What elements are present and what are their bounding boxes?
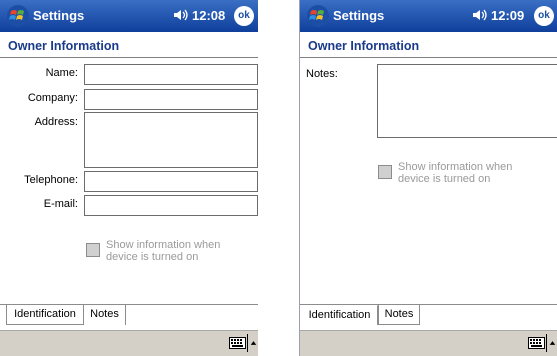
company-label: Company: — [27, 92, 78, 104]
speaker-icon[interactable] — [472, 8, 488, 22]
show-info-label-line2: device is turned on — [398, 173, 491, 185]
navigation-bar: Settings 12:08 ok — [0, 0, 258, 32]
page-title: Owner Information — [308, 39, 420, 53]
name-field[interactable] — [84, 64, 258, 85]
speaker-icon[interactable] — [173, 8, 189, 22]
keyboard-icon[interactable] — [229, 337, 246, 349]
show-info-label-line1: Show information when — [106, 239, 221, 251]
windows-flag-icon[interactable] — [5, 4, 31, 28]
keyboard-icon[interactable] — [528, 337, 545, 349]
tab-strip: Identification Notes — [300, 304, 557, 325]
tab-notes[interactable]: Notes — [84, 305, 126, 325]
navigation-bar: Settings 12:09 ok — [300, 0, 557, 32]
email-field[interactable] — [84, 195, 258, 216]
show-info-label-line1: Show information when — [398, 161, 513, 173]
owner-info-identification-screen: Settings 12:08 ok Owner Information Name… — [0, 0, 258, 356]
notes-field[interactable] — [377, 64, 557, 138]
menu-bar — [0, 330, 258, 356]
tab-identification[interactable]: Identification — [302, 305, 378, 325]
tab-identification[interactable]: Identification — [6, 305, 84, 325]
telephone-field[interactable] — [84, 171, 258, 192]
address-label: Address: — [34, 116, 78, 128]
windows-flag-icon[interactable] — [305, 4, 331, 28]
name-label: Name: — [45, 67, 78, 79]
tab-strip: Identification Notes — [0, 304, 258, 325]
clock[interactable]: 12:08 — [192, 8, 225, 23]
ok-button[interactable]: ok — [534, 6, 554, 26]
up-arrow-icon[interactable] — [247, 334, 258, 352]
show-info-checkbox[interactable] — [86, 243, 100, 257]
app-title: Settings — [33, 8, 85, 23]
show-info-checkbox[interactable] — [378, 165, 392, 179]
divider — [0, 57, 258, 58]
up-arrow-icon[interactable] — [546, 334, 557, 352]
telephone-label: Telephone: — [24, 174, 78, 186]
app-title: Settings — [333, 8, 385, 23]
notes-label: Notes: — [306, 68, 338, 80]
ok-button[interactable]: ok — [234, 6, 254, 26]
menu-bar — [300, 330, 557, 356]
divider — [300, 57, 557, 58]
clock[interactable]: 12:09 — [491, 8, 524, 23]
page-title: Owner Information — [8, 39, 120, 53]
company-field[interactable] — [84, 89, 258, 110]
address-field[interactable] — [84, 112, 258, 168]
tab-notes[interactable]: Notes — [378, 305, 420, 325]
show-info-label-line2: device is turned on — [106, 251, 199, 263]
owner-info-notes-screen: Settings 12:09 ok Owner Information Note… — [299, 0, 557, 356]
email-label: E-mail: — [43, 198, 78, 210]
